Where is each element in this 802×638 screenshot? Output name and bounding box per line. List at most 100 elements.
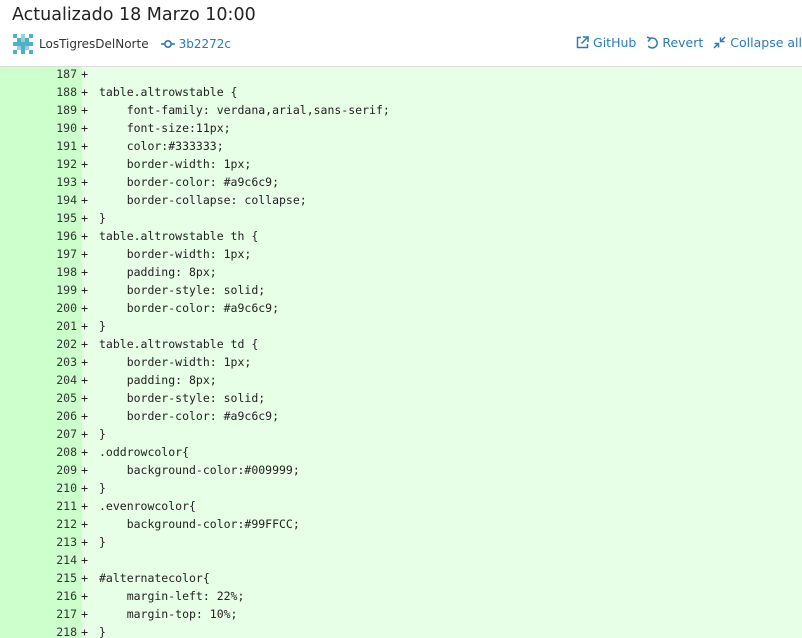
revert-icon	[647, 35, 659, 49]
github-label: GitHub	[593, 35, 637, 50]
diff-line: 216 + margin-left: 22%;	[0, 587, 802, 605]
code-text: font-size:11px;	[99, 121, 231, 135]
line-number: 211	[56, 499, 77, 513]
diff-line: 203 + border-width: 1px;	[0, 353, 802, 371]
line-number: 217	[56, 607, 77, 621]
diff-sign: +	[81, 607, 88, 621]
diff-line: 194 + border-collapse: collapse;	[0, 191, 802, 209]
code-text: table.altrowstable {	[99, 85, 238, 99]
line-number: 213	[56, 535, 77, 549]
diff-sign: +	[81, 211, 88, 225]
diff-line: 213 +}	[0, 533, 802, 551]
diff-sign: +	[81, 589, 88, 603]
diff-sign: +	[81, 553, 88, 567]
collapse-icon	[713, 36, 726, 49]
diff-sign: +	[81, 175, 88, 189]
diff-sign: +	[81, 67, 88, 81]
code-text: #alternatecolor{	[99, 571, 210, 585]
diff-sign: +	[81, 85, 88, 99]
diff-line: 195 +}	[0, 209, 802, 227]
diff-line: 197 + border-width: 1px;	[0, 245, 802, 263]
code-text: font-family: verdana,arial,sans-serif;	[99, 103, 390, 117]
diff-line: 207 +}	[0, 425, 802, 443]
diff-sign: +	[81, 571, 88, 585]
diff-sign: +	[81, 625, 88, 638]
line-number: 188	[56, 85, 77, 99]
line-number: 197	[56, 247, 77, 261]
diff-line: 204 + padding: 8px;	[0, 371, 802, 389]
diff-line: 212 + background-color:#99FFCC;	[0, 515, 802, 533]
line-number: 195	[56, 211, 77, 225]
line-number: 198	[56, 265, 77, 279]
code-text: .evenrowcolor{	[99, 499, 196, 513]
diff-sign: +	[81, 193, 88, 207]
collapse-all-label: Collapse all	[730, 35, 802, 50]
line-number: 215	[56, 571, 77, 585]
line-number: 202	[56, 337, 77, 351]
commit-icon	[160, 39, 175, 49]
diff-sign: +	[81, 499, 88, 513]
code-text: margin-left: 22%;	[99, 589, 245, 603]
code-text: }	[99, 481, 106, 495]
code-text: border-style: solid;	[99, 391, 266, 405]
line-number: 207	[56, 427, 77, 441]
line-number: 191	[56, 139, 77, 153]
code-text: background-color:#99FFCC;	[99, 517, 300, 531]
line-number: 201	[56, 319, 77, 333]
code-text: }	[99, 319, 106, 333]
diff-sign: +	[81, 445, 88, 459]
diff-sign: +	[81, 229, 88, 243]
diff-sign: +	[81, 355, 88, 369]
line-number: 187	[56, 67, 77, 81]
code-text: table.altrowstable td {	[99, 337, 259, 351]
diff-line: 193 + border-color: #a9c6c9;	[0, 173, 802, 191]
diff-sign: +	[81, 517, 88, 531]
line-number: 210	[56, 481, 77, 495]
diff-sign: +	[81, 409, 88, 423]
external-link-icon	[576, 36, 589, 49]
code-text: }	[99, 625, 106, 638]
line-number: 218	[56, 625, 77, 638]
line-number: 192	[56, 157, 77, 171]
revert-button[interactable]: Revert	[646, 35, 703, 50]
diff-view: 187 +188 + table.altrowstable { 189 + font-fa…	[0, 67, 802, 638]
diff-line: 191 + color:#333333;	[0, 137, 802, 155]
diff-line: 188 + table.altrowstable {	[0, 83, 802, 101]
diff-sign: +	[81, 121, 88, 135]
author-name[interactable]: LosTigresDelNorte	[39, 37, 149, 51]
diff-line: 208 + .oddrowcolor{	[0, 443, 802, 461]
line-number: 206	[56, 409, 77, 423]
code-text: }	[99, 535, 106, 549]
code-text: padding: 8px;	[99, 373, 217, 387]
diff-sign: +	[81, 103, 88, 117]
line-number: 209	[56, 463, 77, 477]
code-text: color:#333333;	[99, 139, 224, 153]
line-number: 199	[56, 283, 77, 297]
diff-line: 218 +}	[0, 623, 802, 638]
code-text: margin-top: 10%;	[99, 607, 238, 621]
diff-line: 206 + border-color: #a9c6c9;	[0, 407, 802, 425]
diff-sign: +	[81, 139, 88, 153]
collapse-all-button[interactable]: Collapse all	[713, 35, 802, 50]
diff-sign: +	[81, 391, 88, 405]
diff-sign: +	[81, 301, 88, 315]
diff-sign: +	[81, 319, 88, 333]
line-number: 196	[56, 229, 77, 243]
avatar[interactable]	[13, 34, 33, 54]
diff-line: 217 + margin-top: 10%;	[0, 605, 802, 623]
github-button[interactable]: GitHub	[576, 35, 636, 50]
commit-meta: LosTigresDelNorte 3b2272c	[13, 34, 231, 54]
diff-line: 187 +	[0, 67, 802, 83]
line-number: 203	[56, 355, 77, 369]
line-number: 212	[56, 517, 77, 531]
commit-link[interactable]: 3b2272c	[160, 37, 231, 51]
line-number: 204	[56, 373, 77, 387]
line-number: 208	[56, 445, 77, 459]
line-number: 205	[56, 391, 77, 405]
line-number: 190	[56, 121, 77, 135]
line-number: 194	[56, 193, 77, 207]
line-number: 189	[56, 103, 77, 117]
diff-sign: +	[81, 481, 88, 495]
diff-line: 201 +}	[0, 317, 802, 335]
code-text: border-width: 1px;	[99, 157, 252, 171]
